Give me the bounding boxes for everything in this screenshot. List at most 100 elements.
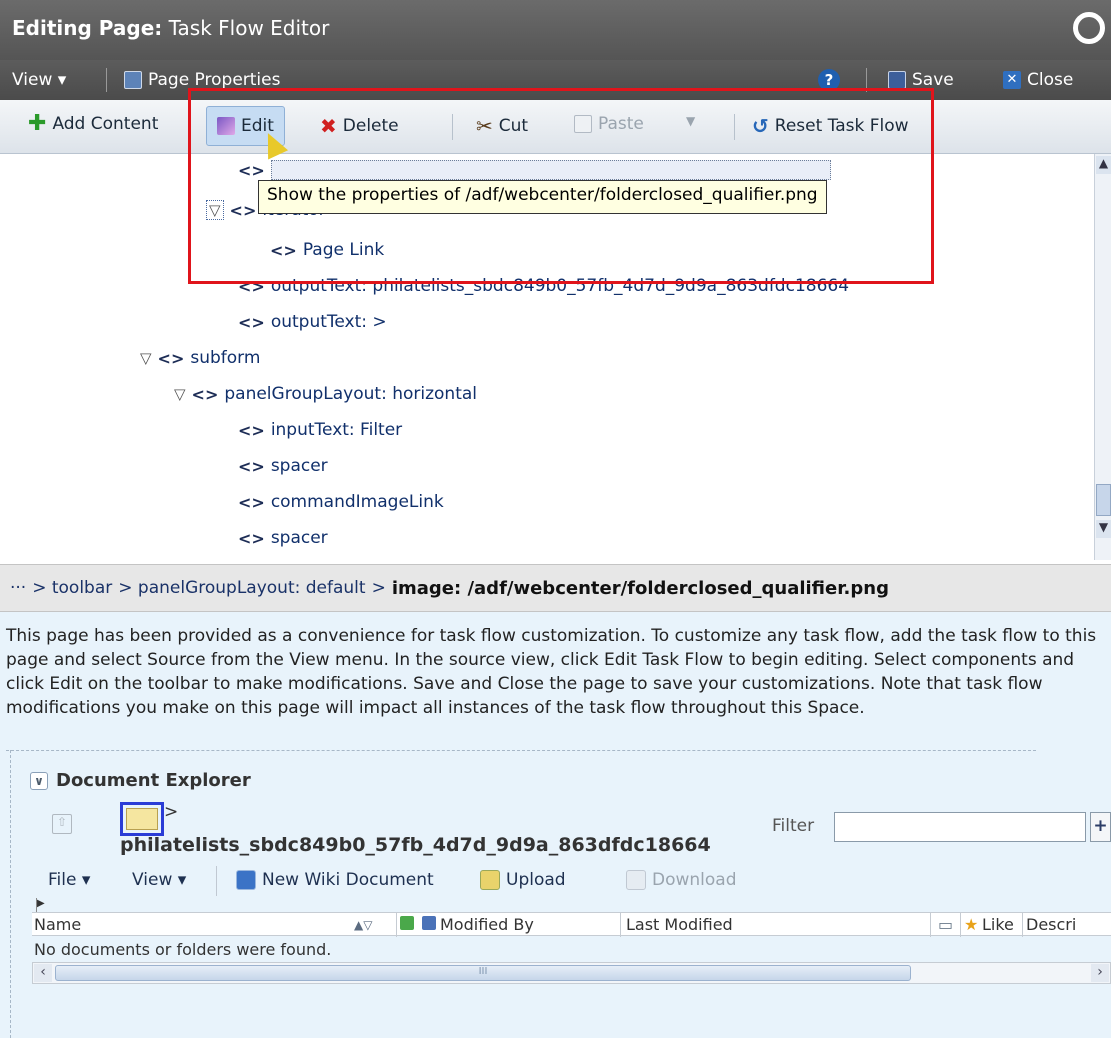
oracle-logo-icon bbox=[1073, 12, 1105, 44]
table-horizontal-scrollbar[interactable]: ‹ III › bbox=[32, 962, 1111, 984]
divider bbox=[10, 750, 11, 1038]
edit-icon bbox=[217, 117, 235, 135]
scissors-icon: ✂ bbox=[476, 114, 493, 138]
column-separator bbox=[930, 913, 931, 937]
reset-task-flow-button[interactable]: ↺ Reset Task Flow bbox=[752, 114, 909, 138]
scroll-grip: III bbox=[478, 966, 488, 977]
tree-node-label: subform bbox=[190, 348, 261, 368]
delete-button[interactable]: ✖ Delete bbox=[320, 114, 399, 138]
breadcrumb: ··· > toolbar > panelGroupLayout: defaul… bbox=[0, 564, 1111, 612]
tree-node-label: outputText: > bbox=[270, 312, 387, 332]
cut-button[interactable]: ✂ Cut bbox=[476, 114, 528, 138]
menu-bar: View ▾ Page Properties ? Save ✕ Close bbox=[0, 60, 1111, 100]
close-button[interactable]: ✕ Close bbox=[1003, 70, 1073, 90]
component-icon: <> bbox=[229, 200, 257, 220]
column-description[interactable]: Descri bbox=[1026, 915, 1076, 934]
new-wiki-label: New Wiki Document bbox=[262, 870, 434, 890]
document-explorer-title: Document Explorer bbox=[56, 770, 251, 791]
download-button[interactable]: Download bbox=[626, 870, 737, 890]
expand-triangle-icon[interactable]: ▽ bbox=[140, 349, 152, 367]
breadcrumb-separator: > bbox=[371, 578, 386, 598]
current-folder-name: philatelists_sbdc849b0_57fb_4d7d_9d9a_86… bbox=[120, 834, 711, 856]
tree-node-page-link[interactable]: <> Page Link bbox=[270, 240, 384, 260]
component-tree: <> ▽ <> iterator <> Page Link <> outputT… bbox=[0, 154, 1094, 564]
chevron-down-icon[interactable]: ∨ bbox=[30, 771, 48, 790]
add-icon: ✚ bbox=[28, 111, 47, 136]
tree-node-spacer[interactable]: <> spacer bbox=[238, 528, 328, 548]
component-icon: <> bbox=[238, 420, 265, 440]
component-icon: <> bbox=[238, 276, 265, 296]
view-menu-explorer[interactable]: View ▾ bbox=[132, 870, 186, 890]
scroll-thumb[interactable]: III bbox=[55, 965, 911, 981]
folder-up-icon[interactable]: ⇧ bbox=[52, 814, 72, 834]
comment-icon: ▭ bbox=[938, 915, 954, 934]
tree-node-outputtext[interactable]: <> outputText: > bbox=[238, 312, 387, 332]
tree-node-label: panelGroupLayout: horizontal bbox=[224, 384, 477, 404]
tree-node-spacer[interactable]: <> spacer bbox=[238, 456, 328, 476]
delete-icon: ✖ bbox=[320, 114, 337, 138]
upload-button[interactable]: Upload bbox=[480, 870, 566, 890]
column-name[interactable]: Name bbox=[34, 915, 81, 934]
tree-node-label: spacer bbox=[270, 456, 328, 476]
tree-node-label: commandImageLink bbox=[270, 492, 444, 512]
expand-triangle-icon[interactable]: ▽ bbox=[174, 385, 186, 403]
column-separator bbox=[396, 913, 397, 937]
column-like[interactable]: Like bbox=[982, 915, 1014, 934]
save-icon bbox=[888, 71, 906, 89]
filter-label: Filter bbox=[772, 816, 815, 836]
scroll-right-icon[interactable]: › bbox=[1091, 964, 1109, 982]
page-title-prefix: Editing Page: bbox=[12, 16, 163, 40]
tree-node-label: inputText: Filter bbox=[270, 420, 403, 440]
breadcrumb-toolbar[interactable]: > toolbar bbox=[32, 578, 112, 599]
tree-node-subform[interactable]: ▽ <> subform bbox=[140, 348, 260, 368]
toolbar-separator bbox=[216, 866, 217, 896]
add-content-label: Add Content bbox=[52, 114, 159, 134]
scroll-left-icon[interactable]: ‹ bbox=[34, 964, 52, 982]
cut-label: Cut bbox=[498, 116, 529, 136]
paste-button[interactable]: Paste bbox=[574, 114, 644, 134]
scroll-down-icon[interactable]: ▼ bbox=[1096, 520, 1111, 538]
breadcrumb-ellipsis[interactable]: ··· bbox=[10, 578, 26, 599]
download-icon bbox=[626, 870, 646, 890]
component-icon: <> bbox=[238, 160, 265, 180]
upload-label: Upload bbox=[506, 870, 566, 890]
breadcrumb-panelgrouplayout[interactable]: > panelGroupLayout: default bbox=[118, 578, 365, 599]
view-menu[interactable]: View ▾ bbox=[12, 70, 66, 90]
file-menu[interactable]: File ▾ bbox=[48, 870, 90, 890]
filter-input[interactable] bbox=[834, 812, 1086, 842]
filter-go-button[interactable]: + bbox=[1090, 812, 1111, 842]
scroll-thumb[interactable] bbox=[1096, 484, 1111, 516]
tree-node-outputtext[interactable]: <> outputText: philatelists_sbdc849b0_57… bbox=[238, 276, 849, 296]
component-icon: <> bbox=[270, 240, 297, 260]
file-menu-label: File ▾ bbox=[48, 870, 91, 890]
page-title-name: Task Flow Editor bbox=[168, 16, 330, 40]
expand-triangle-icon[interactable]: ▽ bbox=[206, 200, 224, 220]
toolbar-separator bbox=[734, 114, 735, 140]
locked-status-icon bbox=[422, 915, 436, 934]
new-wiki-document-button[interactable]: New Wiki Document bbox=[236, 870, 434, 890]
document-explorer-header[interactable]: ∨ Document Explorer bbox=[30, 770, 251, 791]
column-last-modified[interactable]: Last Modified bbox=[626, 915, 733, 934]
tree-node-commandimagelink[interactable]: <> commandImageLink bbox=[238, 492, 444, 512]
new-wiki-icon bbox=[236, 870, 256, 890]
page-properties-button[interactable]: Page Properties bbox=[124, 70, 280, 90]
save-button[interactable]: Save bbox=[888, 70, 954, 90]
tree-vertical-scrollbar[interactable]: ▲ ▼ bbox=[1094, 154, 1111, 560]
help-icon: ? bbox=[818, 69, 840, 91]
folder-icon[interactable] bbox=[120, 802, 164, 836]
add-content-button[interactable]: ✚ Add Content bbox=[28, 111, 159, 136]
column-modified-by[interactable]: Modified By bbox=[440, 915, 534, 934]
tree-node-inputtext[interactable]: <> inputText: Filter bbox=[238, 420, 402, 440]
sort-arrows-icon[interactable]: ▲▽ bbox=[354, 918, 372, 932]
info-paragraph: This page has been provided as a conveni… bbox=[6, 626, 1097, 718]
tree-node-panelgrouplayout[interactable]: ▽ <> panelGroupLayout: horizontal bbox=[174, 384, 477, 404]
component-icon: <> bbox=[238, 312, 265, 332]
column-separator bbox=[620, 913, 621, 937]
scroll-up-icon[interactable]: ▲ bbox=[1096, 156, 1111, 174]
save-label: Save bbox=[912, 70, 954, 90]
view-menu-explorer-label: View ▾ bbox=[132, 870, 187, 890]
tree-node-image[interactable]: <> bbox=[238, 160, 831, 180]
help-button[interactable]: ? bbox=[818, 69, 840, 91]
paste-dropdown-chevron-icon[interactable]: ▼ bbox=[686, 114, 695, 128]
tree-node-label: Page Link bbox=[302, 240, 385, 260]
